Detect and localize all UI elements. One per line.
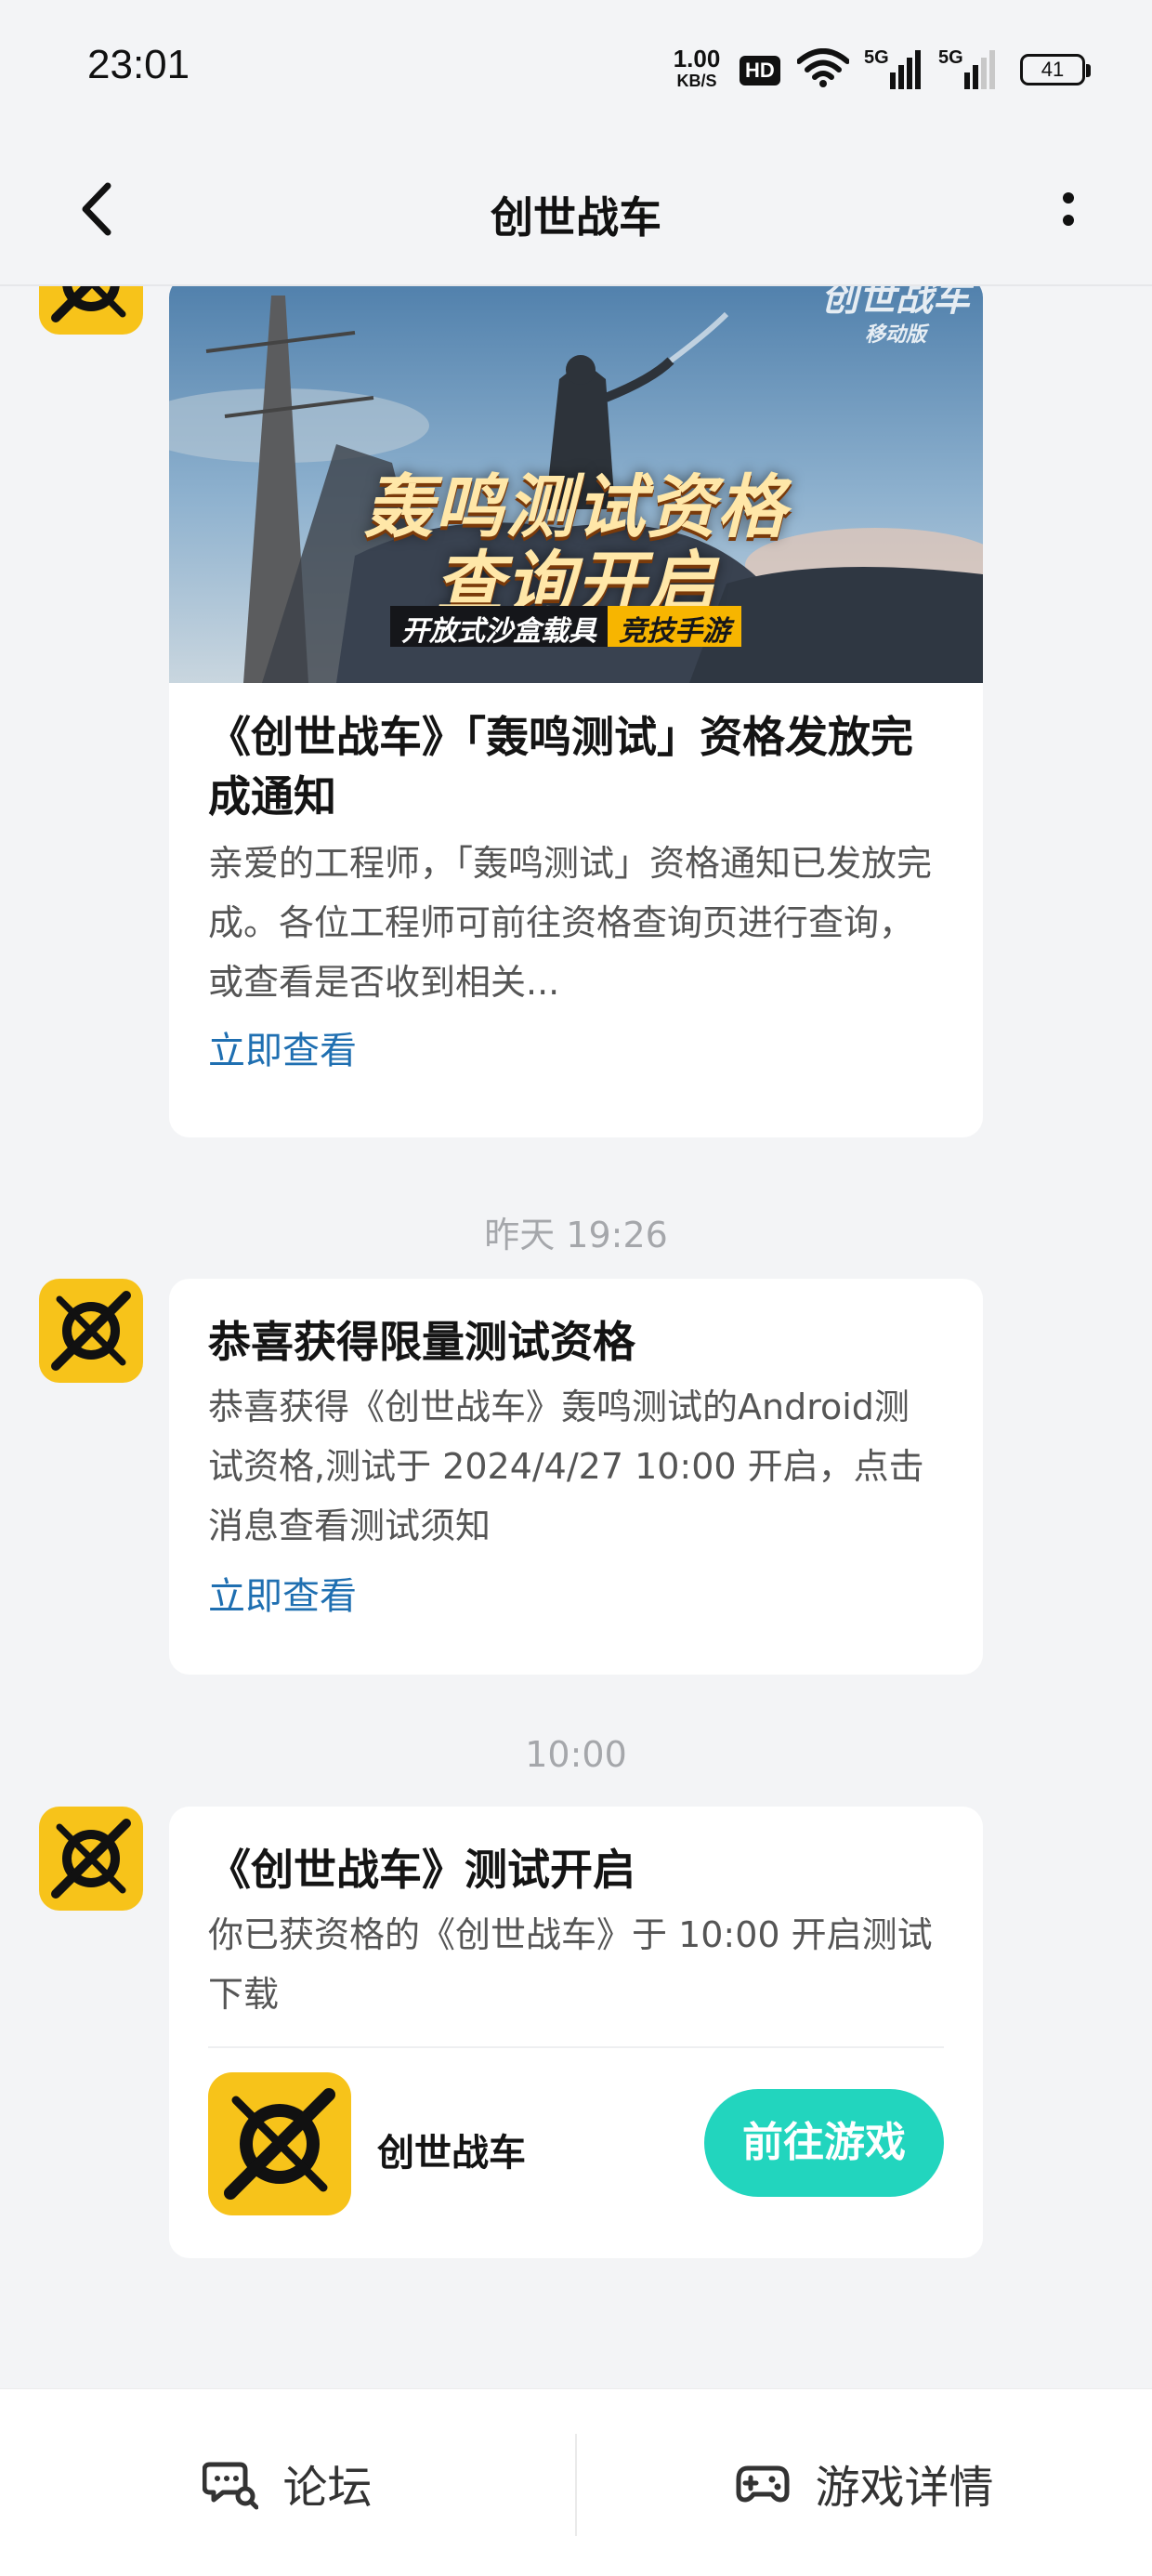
game-logo-icon xyxy=(51,1291,131,1371)
message-list[interactable]: 创世战车 移动版 轰鸣测试资格 查询开启 开放式沙盒载具 竞技手游 《创世战车》… xyxy=(0,286,1152,2388)
network-speed: 1.00 KB/S xyxy=(669,46,725,89)
sender-avatar[interactable] xyxy=(39,1807,143,1911)
cellular-signal-icon: 5G xyxy=(864,47,921,89)
banner-logo-text: 创世战车 xyxy=(821,286,970,320)
banner-tagline-left: 开放式沙盒载具 xyxy=(390,606,608,648)
signal-2-label: 5G xyxy=(938,47,963,68)
game-icon[interactable] xyxy=(208,2072,351,2215)
sender-avatar[interactable] xyxy=(39,1279,143,1383)
banner-tagline: 开放式沙盒载具 竞技手游 xyxy=(390,606,741,648)
gamepad-icon xyxy=(736,2465,790,2503)
nav-bar: 创世战车 xyxy=(0,139,1152,286)
status-time: 23:01 xyxy=(87,42,190,87)
message-description: 你已获资格的《创世战车》于 10:00 开启测试下载 xyxy=(208,1914,933,2015)
message-timestamp: 昨天 19:26 xyxy=(484,1215,668,1255)
forum-chat-icon xyxy=(203,2462,259,2510)
status-bar: 23:01 1.00 KB/S HD 5G 5G 41 xyxy=(0,0,1152,139)
bottom-bar: 论坛 游戏详情 xyxy=(0,2388,1152,2576)
game-entry[interactable]: 创世战车 前往游戏 xyxy=(169,2048,983,2215)
go-to-game-button[interactable]: 前往游戏 xyxy=(704,2089,944,2197)
game-logo-icon xyxy=(51,1819,131,1899)
network-speed-value: 1.00 xyxy=(673,45,721,72)
tab-forum[interactable]: 论坛 xyxy=(0,2389,575,2576)
hd-icon: HD xyxy=(740,56,780,85)
battery-icon: 41 xyxy=(1020,54,1091,85)
app-root: 23:01 1.00 KB/S HD 5G 5G 41 创世战车 创世战车 移动… xyxy=(0,0,1152,2576)
tab-game-details[interactable]: 游戏详情 xyxy=(577,2389,1152,2576)
banner-game-logo: 创世战车 移动版 xyxy=(821,286,970,348)
network-speed-unit: KB/S xyxy=(676,72,717,90)
message-card[interactable]: 《创世战车》测试开启 你已获资格的《创世战车》于 10:00 开启测试下载 创世… xyxy=(169,1807,983,2258)
cellular-signal-2-icon: 5G xyxy=(938,47,995,89)
game-logo-icon xyxy=(51,286,126,322)
message-title: 《创世战车》测试开启 xyxy=(208,1845,635,1895)
game-logo-icon xyxy=(224,2088,335,2200)
view-now-link[interactable]: 立即查看 xyxy=(208,1023,944,1079)
more-vertical-icon[interactable] xyxy=(1013,167,1096,251)
signal-1-label: 5G xyxy=(864,47,889,68)
message-card[interactable]: 恭喜获得限量测试资格 恭喜获得《创世战车》轰鸣测试的Android测试资格,测试… xyxy=(169,1279,983,1675)
message-timestamp: 10:00 xyxy=(525,1734,627,1775)
wifi-icon xyxy=(797,48,849,87)
message-card[interactable]: 创世战车 移动版 轰鸣测试资格 查询开启 开放式沙盒载具 竞技手游 《创世战车》… xyxy=(169,286,983,1137)
banner-tagline-right: 竞技手游 xyxy=(608,606,741,648)
message-description: 恭喜获得《创世战车》轰鸣测试的Android测试资格,测试于 2024/4/27… xyxy=(208,1387,924,1546)
message-banner-image: 创世战车 移动版 轰鸣测试资格 查询开启 开放式沙盒载具 竞技手游 xyxy=(169,286,983,683)
game-name: 创世战车 xyxy=(377,2132,526,2175)
page-title: 创世战车 xyxy=(491,192,661,243)
sender-avatar[interactable] xyxy=(39,286,143,335)
tab-forum-label: 论坛 xyxy=(282,2462,373,2514)
view-now-link[interactable]: 立即查看 xyxy=(208,1569,944,1624)
message-title: 恭喜获得限量测试资格 xyxy=(208,1317,635,1367)
message-title: 《创世战车》「轰鸣测试」资格发放完成通知 xyxy=(208,712,913,821)
message-description: 亲爱的工程师，「轰鸣测试」资格通知已发放完成。各位工程师可前往资格查询页进行查询… xyxy=(208,843,933,1003)
banner-logo-sub: 移动版 xyxy=(864,323,926,347)
tab-game-details-label: 游戏详情 xyxy=(815,2462,994,2514)
